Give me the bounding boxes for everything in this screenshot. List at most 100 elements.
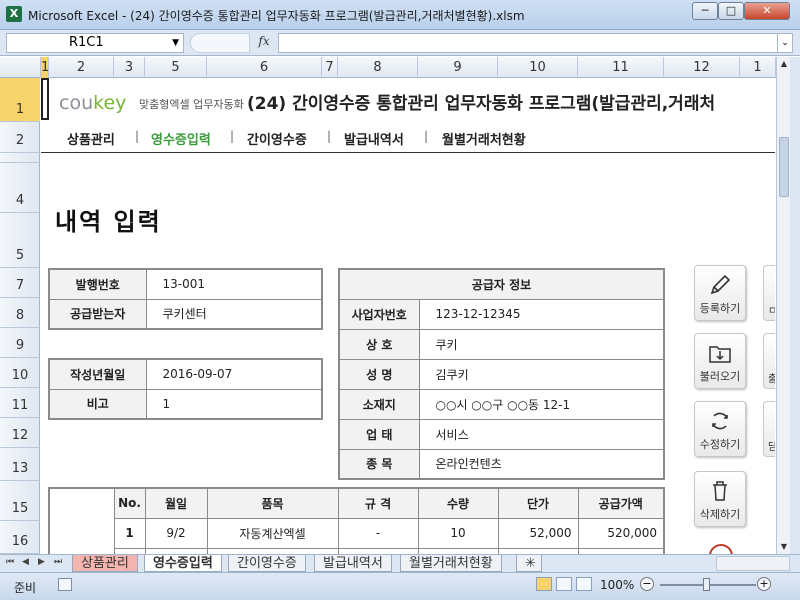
row-header[interactable]: 2 — [0, 122, 40, 153]
column-header[interactable]: 6 — [207, 57, 322, 78]
column-headers: 1 2 3 5 6 7 8 9 10 11 12 1 — [0, 57, 790, 78]
zoom-out-button[interactable]: − — [640, 577, 654, 591]
row-header[interactable]: 15 — [0, 481, 40, 521]
last-sheet-icon[interactable]: ⏭ — [54, 557, 62, 567]
address-field[interactable]: ○○시 ○○구 ○○동 12-1 — [418, 388, 665, 420]
column-header[interactable]: 5 — [145, 57, 207, 78]
business-no-field[interactable]: 123-12-12345 — [418, 298, 665, 330]
zoom-level[interactable]: 100% — [600, 578, 634, 592]
column-header[interactable]: 2 — [49, 57, 114, 78]
row-header[interactable] — [0, 153, 40, 163]
row-header[interactable]: 8 — [0, 298, 40, 328]
window-title: Microsoft Excel - (24) 간이영수증 통합관리 업무자동화 … — [28, 9, 525, 23]
next-sheet-icon[interactable]: ▶ — [38, 557, 45, 567]
formula-bar-handle[interactable] — [190, 33, 250, 53]
zoom-in-button[interactable]: + — [757, 577, 771, 591]
register-button[interactable]: 등록하기 — [694, 265, 746, 321]
row-item-cell[interactable]: 자동계산엑셀 — [206, 517, 339, 549]
clipped-action-button[interactable]: 닫 — [763, 401, 775, 457]
sheet-tab-products[interactable]: 상품관리 — [72, 555, 138, 572]
menu-item-issue-history[interactable]: 발급내역서 — [344, 129, 404, 148]
row-header[interactable]: 11 — [0, 388, 40, 418]
row-header[interactable]: 9 — [0, 328, 40, 358]
recipient-label: 공급받는자 — [48, 298, 147, 330]
row-date-cell[interactable]: 9/2 — [144, 517, 208, 549]
company-name-field[interactable]: 쿠키 — [418, 328, 665, 360]
column-header[interactable]: 1 — [41, 57, 49, 78]
sheet-tab-simple-receipt[interactable]: 간이영수증 — [228, 555, 306, 572]
column-header[interactable]: 12 — [664, 57, 740, 78]
date-field[interactable]: 2016-09-07 — [145, 358, 323, 390]
row-spec-cell[interactable]: - — [337, 517, 419, 549]
column-header[interactable]: 9 — [418, 57, 498, 78]
sheet-tab-monthly-client[interactable]: 월별거래처현황 — [400, 555, 502, 572]
clipped-red-icon[interactable] — [709, 544, 733, 554]
excel-app-icon[interactable]: X — [6, 6, 22, 22]
page-break-view-icon[interactable] — [576, 577, 592, 591]
row-header[interactable]: 4 — [0, 163, 40, 213]
worksheet-grid[interactable]: coukey 맞춤형엑셀 업무자동화 (24) 간이영수증 통합관리 업무자동화… — [41, 78, 775, 554]
row-header[interactable]: 5 — [0, 213, 40, 268]
clipped-action-button[interactable]: ㅁ — [763, 265, 775, 321]
name-box[interactable]: R1C1 ▼ — [6, 33, 184, 53]
row-no-cell[interactable]: 1 — [113, 517, 146, 549]
items-side-blank — [48, 487, 115, 554]
select-all-corner[interactable] — [0, 57, 41, 78]
scroll-up-icon[interactable]: ▲ — [777, 57, 791, 71]
vertical-scrollbar[interactable]: ▲ ▼ — [776, 57, 790, 554]
clipped-action-button[interactable]: 출 — [763, 333, 775, 389]
representative-field[interactable]: 김쿠키 — [418, 358, 665, 390]
row-header[interactable]: 10 — [0, 358, 40, 388]
page-layout-view-icon[interactable] — [556, 577, 572, 591]
normal-view-icon[interactable] — [536, 577, 552, 591]
scroll-down-icon[interactable]: ▼ — [777, 540, 791, 554]
zoom-slider-thumb[interactable] — [703, 578, 710, 591]
formula-input[interactable] — [278, 33, 778, 53]
minimize-button[interactable]: ─ — [692, 2, 718, 20]
business-type-field[interactable]: 서비스 — [418, 418, 665, 450]
insert-sheet-icon[interactable]: ✳ — [516, 555, 542, 572]
insert-function-button[interactable]: fx — [252, 34, 276, 48]
note-field[interactable]: 1 — [145, 388, 323, 420]
issue-no-field[interactable]: 13-001 — [145, 268, 323, 300]
row-header[interactable]: 16 — [0, 521, 40, 554]
horizontal-scrollbar[interactable] — [716, 556, 790, 571]
expand-formula-bar-button[interactable]: ⌄ — [777, 33, 793, 53]
delete-button[interactable]: 삭제하기 — [694, 471, 746, 527]
close-button[interactable]: ✕ — [744, 2, 790, 20]
column-header[interactable]: 11 — [578, 57, 664, 78]
row-header[interactable]: 1 — [0, 78, 40, 122]
sheet-tab-issue-history[interactable]: 발급내역서 — [314, 555, 392, 572]
active-cell-cursor[interactable] — [41, 78, 49, 120]
prev-sheet-icon[interactable]: ◀ — [22, 557, 29, 567]
menu-item-simple-receipt[interactable]: 간이영수증 — [247, 129, 307, 148]
menu-separator: | — [135, 129, 140, 143]
column-header[interactable]: 1 — [740, 57, 776, 78]
menu-item-monthly-client-status[interactable]: 월별거래처현황 — [442, 129, 526, 148]
load-button[interactable]: 불러오기 — [694, 333, 746, 389]
row-header[interactable]: 12 — [0, 418, 40, 448]
row-amount-cell[interactable]: 520,000 — [577, 517, 665, 549]
menu-item-products[interactable]: 상품관리 — [67, 129, 115, 148]
menu-item-receipt-entry[interactable]: 영수증입력 — [151, 129, 211, 148]
vertical-scroll-thumb[interactable] — [779, 137, 789, 197]
business-item-field[interactable]: 온라인컨텐츠 — [418, 448, 665, 480]
items-table: No. 월일 품목 규 격 수량 단가 공급가액 1 9/2 자동계산엑셀 - … — [48, 487, 665, 554]
row-qty-cell[interactable]: 10 — [417, 517, 499, 549]
chevron-down-icon[interactable]: ▼ — [172, 34, 179, 52]
recipient-field[interactable]: 쿠키센터 — [145, 298, 323, 330]
row-header[interactable]: 7 — [0, 268, 40, 298]
column-header[interactable]: 10 — [498, 57, 578, 78]
column-header[interactable]: 7 — [322, 57, 338, 78]
sheet-tab-bar: ⏮ ◀ ▶ ⏭ 상품관리 영수증입력 간이영수증 발급내역서 월별거래처현황 ✳ — [0, 554, 800, 572]
first-sheet-icon[interactable]: ⏮ — [6, 557, 14, 567]
supplier-label: 업 태 — [338, 418, 420, 450]
column-header[interactable]: 8 — [338, 57, 418, 78]
maximize-button[interactable]: □ — [718, 2, 744, 20]
sheet-tab-receipt-entry[interactable]: 영수증입력 — [144, 555, 222, 572]
macro-record-icon[interactable] — [58, 578, 72, 591]
row-header[interactable]: 13 — [0, 448, 40, 481]
row-unit-price-cell[interactable]: 52,000 — [497, 517, 579, 549]
column-header[interactable]: 3 — [114, 57, 145, 78]
edit-button[interactable]: 수정하기 — [694, 401, 746, 457]
